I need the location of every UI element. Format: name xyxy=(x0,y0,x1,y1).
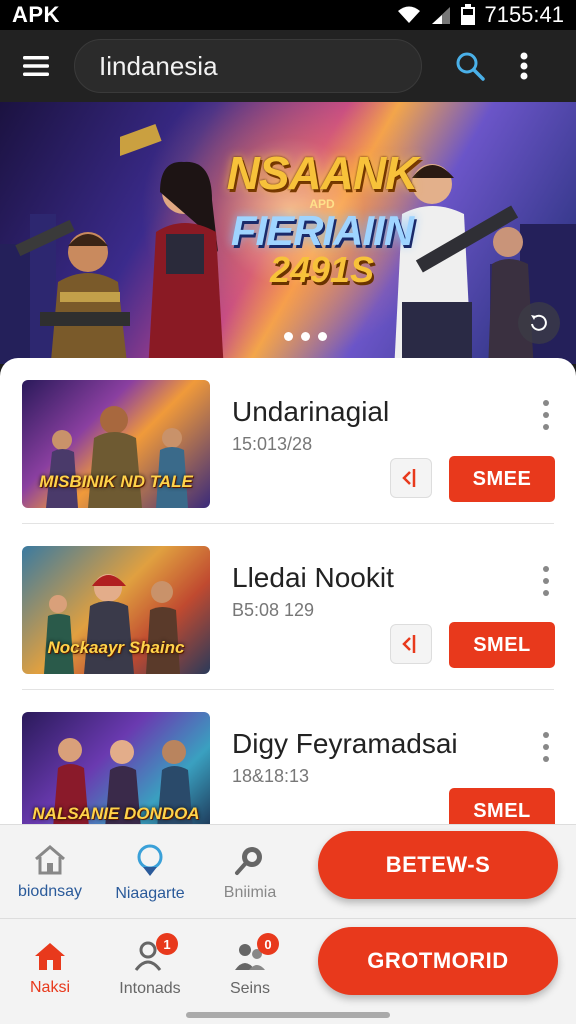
row-more-button[interactable] xyxy=(538,566,554,596)
home-outline-icon xyxy=(35,845,65,875)
search-input-value: Iindanesia xyxy=(99,50,218,81)
nav-item-biodnsay[interactable]: biodnsay xyxy=(0,825,100,921)
thumbnail-caption: Nockaayr Shainc xyxy=(47,637,185,657)
row-more-button[interactable] xyxy=(538,400,554,430)
home-icon xyxy=(35,943,65,970)
game-action-button[interactable]: SMEL xyxy=(449,788,555,828)
banner-title-line4: 2491S xyxy=(269,249,375,290)
share-icon xyxy=(402,635,416,653)
overflow-menu-button[interactable] xyxy=(514,46,534,86)
banner-title-line1: NSAANK xyxy=(226,147,419,199)
share-icon xyxy=(402,469,416,487)
secondary-nav: biodnsay Niaagarte Bniimia xyxy=(0,825,300,921)
search-button[interactable] xyxy=(450,46,490,86)
list-item[interactable]: NALSANIE DONDOA Digy Feyramadsai 18&18:1… xyxy=(0,690,576,828)
carousel-dot[interactable] xyxy=(284,332,293,341)
list-item[interactable]: MISBINIK ND TALE Undarinagial 15:013/28 … xyxy=(0,358,576,524)
game-thumbnail[interactable]: MISBINIK ND TALE xyxy=(22,380,210,508)
nav-label: Bniimia xyxy=(223,884,277,901)
thumbnail-caption: MISBINIK ND TALE xyxy=(39,471,193,491)
nav-item-intonads[interactable]: 1 Intonads xyxy=(100,921,200,1017)
game-time: B5:08 129 xyxy=(232,600,315,620)
nav-item-bniimia[interactable]: Bniimia xyxy=(200,825,300,921)
game-time: 18&18:13 xyxy=(232,766,310,786)
carousel-dot[interactable] xyxy=(318,332,327,341)
battery-icon xyxy=(461,4,476,25)
share-button[interactable] xyxy=(390,624,432,664)
thumbnail-caption: NALSANIE DONDOA xyxy=(32,803,200,823)
refresh-icon xyxy=(531,314,547,331)
divider xyxy=(0,918,576,919)
row-more-button[interactable] xyxy=(538,732,554,762)
game-list: MISBINIK ND TALE Undarinagial 15:013/28 … xyxy=(0,358,576,828)
notification-badge: 0 xyxy=(257,933,279,955)
nav-label: biodnsay xyxy=(17,883,83,900)
search-input[interactable]: Iindanesia xyxy=(74,39,422,93)
status-icons: 7155:41 xyxy=(396,2,564,28)
menu-button[interactable] xyxy=(18,48,54,84)
featured-banner[interactable]: NSAANK APD FIERIAIIN 2491S xyxy=(0,102,576,364)
game-title: Undarinagial xyxy=(232,396,390,427)
location-icon xyxy=(137,844,163,876)
status-bar: APK 7155:41 xyxy=(0,0,576,30)
search-icon xyxy=(456,52,485,81)
bottom-panel: biodnsay Niaagarte Bniimia Naksi 1 Inton… xyxy=(0,824,576,1024)
nav-item-naksi[interactable]: Naksi xyxy=(0,921,100,1017)
signal-icon xyxy=(432,7,451,24)
banner-action-button[interactable] xyxy=(518,302,560,344)
share-button[interactable] xyxy=(390,458,432,498)
nav-label: Naksi xyxy=(29,979,70,996)
game-action-button[interactable]: SMEE xyxy=(449,456,555,502)
search-icon xyxy=(235,847,262,875)
game-title: Digy Feyramadsai xyxy=(232,728,458,759)
carrier-label: APK xyxy=(12,2,60,27)
notification-badge: 1 xyxy=(156,933,178,955)
nav-label: Seins xyxy=(229,980,271,997)
banner-title: NSAANK APD FIERIAIIN 2491S xyxy=(222,150,422,288)
game-action-button[interactable]: SMEL xyxy=(449,622,555,668)
clock: 7155:41 xyxy=(484,2,564,27)
game-time: 15:013/28 xyxy=(232,434,313,454)
game-title: Lledai Nookit xyxy=(232,562,394,593)
list-item[interactable]: Nockaayr Shainc Lledai Nookit B5:08 129 … xyxy=(0,524,576,690)
app-toolbar: Iindanesia xyxy=(0,30,576,102)
nav-label: Intonads xyxy=(119,980,181,997)
hamburger-icon xyxy=(23,56,49,76)
more-vertical-icon xyxy=(520,52,528,80)
nav-label: Niaagarte xyxy=(115,885,185,902)
carousel-indicator[interactable] xyxy=(284,332,327,341)
nav-item-seins[interactable]: 0 Seins xyxy=(200,921,300,1017)
primary-action-button[interactable]: BETEW-S xyxy=(318,831,558,899)
bottom-nav: Naksi 1 Intonads 0 Seins xyxy=(0,921,300,1017)
carousel-dot[interactable] xyxy=(301,332,310,341)
nav-item-niaagarte[interactable]: Niaagarte xyxy=(100,825,200,921)
game-thumbnail[interactable]: Nockaayr Shainc xyxy=(22,546,210,674)
secondary-action-button[interactable]: GROTMORID xyxy=(318,927,558,995)
wifi-icon xyxy=(398,6,421,23)
home-indicator[interactable] xyxy=(186,1012,390,1018)
banner-title-line3: FIERIAIIN xyxy=(230,207,414,254)
game-thumbnail[interactable]: NALSANIE DONDOA xyxy=(22,712,210,828)
